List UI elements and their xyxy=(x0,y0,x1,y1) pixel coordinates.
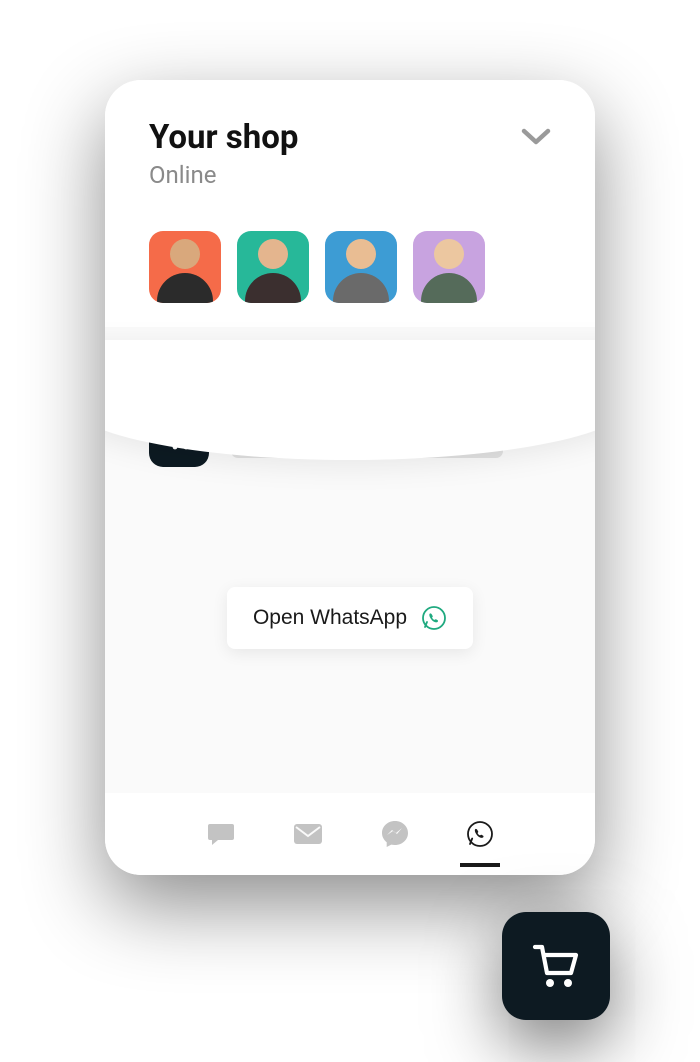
cart-icon xyxy=(531,943,581,989)
launcher-fab[interactable] xyxy=(502,912,610,1020)
tab-chat[interactable] xyxy=(206,819,236,849)
tab-messenger[interactable] xyxy=(380,819,410,849)
chevron-down-icon xyxy=(521,128,551,146)
avatar[interactable] xyxy=(149,231,221,303)
whatsapp-icon xyxy=(466,820,494,848)
avatar[interactable] xyxy=(325,231,397,303)
collapse-button[interactable] xyxy=(521,128,551,150)
widget-header: Your shop Online xyxy=(105,80,595,217)
chat-icon xyxy=(206,820,236,848)
tab-email[interactable] xyxy=(292,819,324,849)
avatar[interactable] xyxy=(413,231,485,303)
team-avatars xyxy=(105,217,595,303)
channel-tabs xyxy=(105,793,595,875)
email-icon xyxy=(292,822,324,846)
messenger-icon xyxy=(380,819,410,849)
whatsapp-icon xyxy=(421,605,447,631)
cta-label: Open WhatsApp xyxy=(253,606,407,630)
open-whatsapp-button[interactable]: Open WhatsApp xyxy=(227,587,473,649)
shop-status: Online xyxy=(149,161,551,189)
tab-whatsapp[interactable] xyxy=(466,819,494,849)
avatar[interactable] xyxy=(237,231,309,303)
chat-widget: Your shop Online xyxy=(105,80,595,875)
header-curve xyxy=(105,340,595,460)
shop-title: Your shop xyxy=(149,118,551,157)
